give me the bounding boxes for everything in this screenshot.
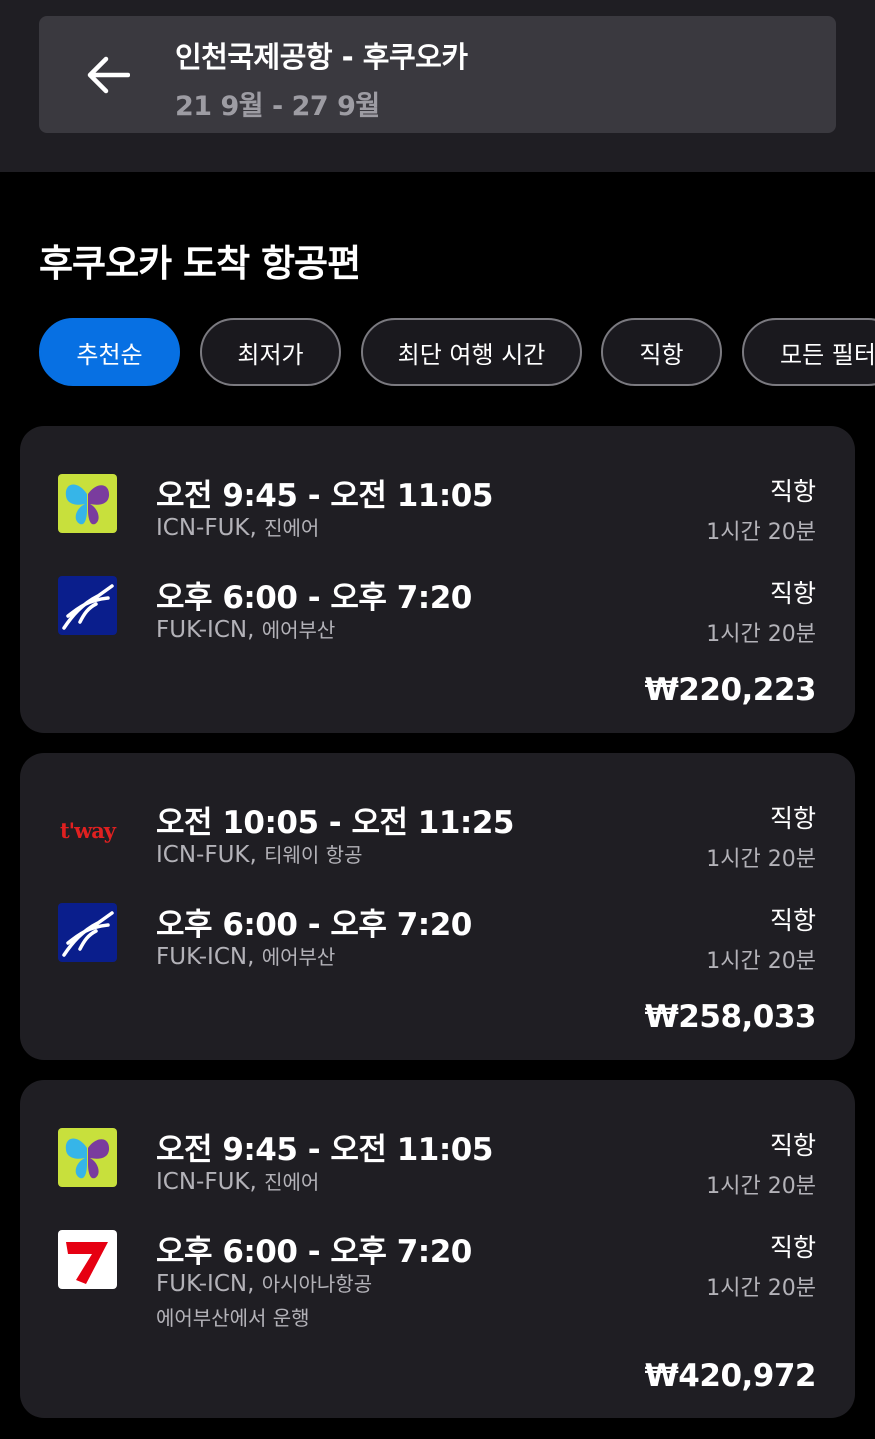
duration-label: 1시간 20분 [706, 949, 816, 974]
operated-by-label: 에어부산에서 운행 [156, 1306, 310, 1330]
route-code: ICN-FUK, [156, 842, 257, 868]
chip-label: 최저가 [237, 340, 304, 369]
price-label: ₩420,972 [644, 1358, 817, 1394]
carrier-name: 티웨이 항공 [264, 843, 363, 867]
return-leg: 오후 6:00 - 오후 7:20 FUK-ICN, 에어부산 직항 1시간 2… [20, 899, 855, 979]
flight-result-card[interactable]: 오전 9:45 - 오전 11:05 ICN-FUK, 진에어 직항 1시간 2… [20, 1080, 855, 1418]
route-code: ICN-FUK, [156, 1169, 257, 1195]
route-code: FUK-ICN, [156, 944, 255, 970]
flight-route: ICN-FUK, 진에어 [156, 512, 319, 541]
airbusan-logo [58, 903, 117, 962]
return-leg: 오후 6:00 - 오후 7:20 FUK-ICN, 아시아나항공 에어부산에서… [20, 1226, 855, 1336]
tway-logo-text: t'way [59, 818, 116, 843]
flight-times: 오전 9:45 - 오전 11:05 [156, 478, 493, 514]
flight-times: 오후 6:00 - 오후 7:20 [156, 580, 472, 616]
stops-label: 직항 [769, 1233, 816, 1262]
price-label: ₩258,033 [644, 999, 817, 1035]
flight-times: 오전 9:45 - 오전 11:05 [156, 1132, 493, 1168]
stops-label: 직항 [769, 1131, 816, 1160]
filter-chip-direct[interactable]: 직항 [601, 318, 722, 386]
duration-label: 1시간 20분 [706, 1276, 816, 1301]
route-code: FUK-ICN, [156, 617, 255, 643]
stops-label: 직항 [769, 579, 816, 608]
return-leg: 오후 6:00 - 오후 7:20 FUK-ICN, 에어부산 직항 1시간 2… [20, 572, 855, 652]
arrow-left-icon [87, 56, 130, 94]
carrier-name: 아시아나항공 [261, 1272, 373, 1296]
flight-result-card[interactable]: 오전 9:45 - 오전 11:05 ICN-FUK, 진에어 직항 1시간 2… [20, 426, 855, 733]
chip-label: 직항 [639, 340, 684, 369]
stops-label: 직항 [769, 804, 816, 833]
filter-chip-all[interactable]: 모든 필터 [742, 318, 875, 386]
asiana-logo [58, 1230, 117, 1289]
stops-label: 직항 [769, 906, 816, 935]
filter-chip-recommended[interactable]: 추천순 [39, 318, 180, 386]
flight-times: 오후 6:00 - 오후 7:20 [156, 1234, 472, 1270]
outbound-leg: 오전 9:45 - 오전 11:05 ICN-FUK, 진에어 직항 1시간 2… [20, 1124, 855, 1204]
duration-label: 1시간 20분 [706, 520, 816, 545]
chip-label: 추천순 [76, 340, 143, 369]
flight-route: ICN-FUK, 티웨이 항공 [156, 839, 362, 868]
carrier-name: 진에어 [264, 516, 320, 540]
duration-label: 1시간 20분 [706, 847, 816, 872]
back-button[interactable] [80, 50, 136, 100]
stops-label: 직항 [769, 477, 816, 506]
carrier-name: 진에어 [264, 1170, 320, 1194]
route-code: FUK-ICN, [156, 1271, 255, 1297]
carrier-name: 에어부산 [261, 945, 336, 969]
top-bar: 인천국제공항 - 후쿠오카 21 9월 - 27 9월 [0, 0, 875, 172]
carrier-name: 에어부산 [261, 618, 336, 642]
flight-times: 오후 6:00 - 오후 7:20 [156, 907, 472, 943]
duration-label: 1시간 20분 [706, 1174, 816, 1199]
tway-logo: t'way [58, 801, 117, 860]
route-dates[interactable]: 21 9월 - 27 9월 [175, 84, 380, 123]
flight-route: FUK-ICN, 아시아나항공 [156, 1268, 372, 1297]
duration-label: 1시간 20분 [706, 622, 816, 647]
flight-route: ICN-FUK, 진에어 [156, 1166, 319, 1195]
flight-route: FUK-ICN, 에어부산 [156, 941, 335, 970]
route-title[interactable]: 인천국제공항 - 후쿠오카 [175, 34, 468, 76]
flight-times: 오전 10:05 - 오전 11:25 [156, 805, 514, 841]
outbound-leg: t'way 오전 10:05 - 오전 11:25 ICN-FUK, 티웨이 항… [20, 797, 855, 877]
chip-label: 모든 필터 [780, 340, 875, 369]
filter-bar: 추천순 최저가 최단 여행 시간 직항 모든 필터 [39, 318, 875, 386]
chip-label: 최단 여행 시간 [397, 340, 546, 369]
jinair-logo [58, 474, 117, 533]
filter-chip-fastest[interactable]: 최단 여행 시간 [361, 318, 582, 386]
flight-result-card[interactable]: t'way 오전 10:05 - 오전 11:25 ICN-FUK, 티웨이 항… [20, 753, 855, 1060]
section-title: 후쿠오카 도착 항공편 [39, 242, 361, 285]
flight-route: FUK-ICN, 에어부산 [156, 614, 335, 643]
outbound-leg: 오전 9:45 - 오전 11:05 ICN-FUK, 진에어 직항 1시간 2… [20, 470, 855, 550]
jinair-logo [58, 1128, 117, 1187]
price-label: ₩220,223 [644, 672, 817, 708]
filter-chip-cheapest[interactable]: 최저가 [200, 318, 341, 386]
route-code: ICN-FUK, [156, 515, 257, 541]
airbusan-logo [58, 576, 117, 635]
